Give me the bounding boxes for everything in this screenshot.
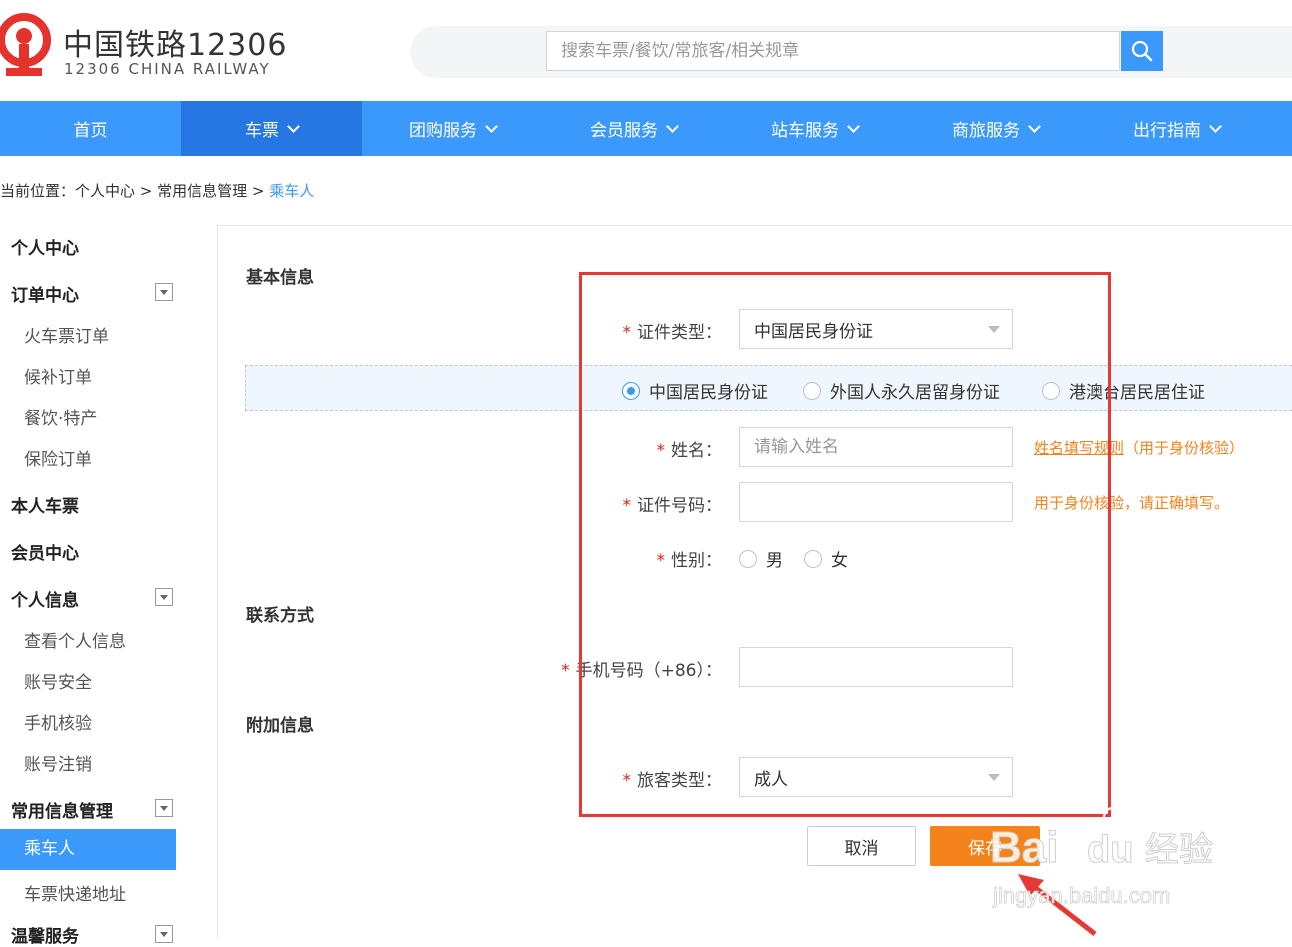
radio-icon [1042, 381, 1060, 400]
nav-member-service[interactable]: 会员服务 [543, 101, 724, 156]
breadcrumb-common-info[interactable]: 常用信息管理 [157, 182, 247, 200]
nav-group-service[interactable]: 团购服务 [362, 101, 543, 156]
nav-tickets[interactable]: 车票 [181, 101, 362, 156]
id-type-select[interactable]: 中国居民身份证 [739, 309, 1013, 349]
sidebar-warm-service[interactable]: 温馨服务 [0, 922, 176, 947]
collapse-toggle-icon[interactable] [155, 588, 173, 606]
sidebar-order-center[interactable]: 订单中心 [0, 281, 176, 306]
sidebar-common-info[interactable]: 常用信息管理 [0, 797, 176, 822]
search-button[interactable] [1121, 31, 1163, 71]
id-option-foreigner-card[interactable]: 外国人永久居留身份证 [803, 378, 1000, 403]
main-nav: 首页 车票 团购服务 会员服务 站车服务 商旅服务 出行指南 [0, 101, 1292, 156]
sidebar-view-info[interactable]: 查看个人信息 [0, 627, 176, 652]
chevron-down-icon [287, 120, 300, 133]
search-icon [1131, 40, 1153, 62]
id-number-input[interactable] [739, 482, 1013, 522]
sidebar-phone-verify[interactable]: 手机核验 [0, 709, 176, 734]
section-basic-info: 基本信息 [246, 268, 314, 288]
id-type-label: * 证件类型： [622, 323, 723, 343]
nav-station-service[interactable]: 站车服务 [724, 101, 905, 156]
nav-business-travel[interactable]: 商旅服务 [905, 101, 1086, 156]
id-option-hmt-residence-permit[interactable]: 港澳台居民居住证 [1042, 378, 1205, 403]
collapse-toggle-icon[interactable] [155, 799, 173, 817]
sidebar-delivery-address[interactable]: 车票快递地址 [0, 880, 176, 905]
id-number-hint: 用于身份核验，请正确填写。 [1034, 494, 1230, 512]
chevron-down-icon [666, 120, 679, 133]
chevron-down-icon [847, 120, 860, 133]
nav-home[interactable]: 首页 [0, 101, 181, 156]
sidebar-passengers[interactable]: 乘车人 [0, 829, 176, 870]
radio-checked-icon [622, 381, 640, 400]
sidebar-member-center[interactable]: 会员中心 [0, 539, 176, 564]
breadcrumb: 当前位置：个人中心 > 常用信息管理 > 乘车人 [0, 182, 315, 200]
radio-icon [803, 381, 821, 400]
name-label: * 姓名： [656, 441, 723, 461]
radio-icon [739, 549, 757, 568]
chevron-down-icon [1028, 120, 1041, 133]
dropdown-caret-icon [988, 774, 1000, 781]
collapse-toggle-icon[interactable] [155, 925, 173, 943]
phone-label: * 手机号码（+86）： [561, 661, 722, 681]
chevron-down-icon [1209, 120, 1222, 133]
id-option-resident-card[interactable]: 中国居民身份证 [622, 378, 768, 403]
cancel-button[interactable]: 取消 [807, 826, 916, 866]
gender-label: * 性别： [656, 551, 723, 571]
collapse-toggle-icon[interactable] [155, 283, 173, 301]
section-extra-info: 附加信息 [246, 716, 314, 736]
sidebar-train-orders[interactable]: 火车票订单 [0, 322, 176, 347]
name-hint: 姓名填写规则（用于身份核验） [1034, 439, 1245, 457]
chevron-down-icon [485, 120, 498, 133]
sidebar-account-cancel[interactable]: 账号注销 [0, 750, 176, 775]
name-rules-link[interactable]: 姓名填写规则 [1034, 439, 1124, 457]
breadcrumb-current[interactable]: 乘车人 [269, 182, 314, 200]
railway-logo-icon[interactable] [0, 10, 58, 80]
sidebar-insurance-orders[interactable]: 保险订单 [0, 445, 176, 470]
search-input[interactable] [546, 31, 1120, 71]
id-number-label: * 证件号码： [622, 496, 723, 516]
breadcrumb-personal-center[interactable]: 个人中心 [75, 182, 135, 200]
dropdown-caret-icon [988, 326, 1000, 333]
section-contact: 联系方式 [246, 606, 314, 626]
gender-male-option[interactable]: 男 [739, 546, 783, 571]
logo-subtitle: 12306 CHINA RAILWAY [64, 60, 271, 78]
passenger-type-select[interactable]: 成人 [739, 757, 1013, 797]
sidebar-account-security[interactable]: 账号安全 [0, 668, 176, 693]
passenger-type-label: * 旅客类型： [622, 771, 723, 791]
radio-icon [804, 549, 822, 568]
sidebar-personal-center[interactable]: 个人中心 [0, 234, 176, 259]
sidebar-personal-info[interactable]: 个人信息 [0, 586, 176, 611]
nav-travel-guide[interactable]: 出行指南 [1086, 101, 1267, 156]
save-button[interactable]: 保存 [930, 826, 1040, 866]
sidebar-my-tickets[interactable]: 本人车票 [0, 492, 176, 517]
sidebar-food-orders[interactable]: 餐饮·特产 [0, 404, 176, 429]
gender-female-option[interactable]: 女 [804, 546, 848, 571]
sidebar-waitlist-orders[interactable]: 候补订单 [0, 363, 176, 388]
logo-title: 中国铁路12306 [63, 28, 288, 63]
name-input[interactable] [739, 427, 1013, 467]
phone-input[interactable] [739, 647, 1013, 687]
